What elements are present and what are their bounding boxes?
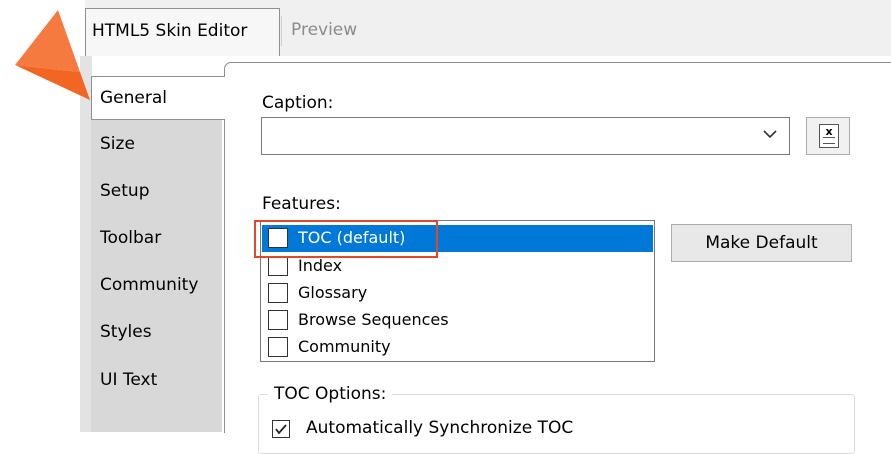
- make-default-button[interactable]: Make Default: [671, 224, 852, 262]
- excel-document-icon: x: [819, 124, 839, 148]
- feature-label-glossary: Glossary: [298, 283, 368, 302]
- features-label: Features:: [262, 194, 341, 214]
- auto-sync-toc-checkbox[interactable]: [272, 420, 290, 438]
- feature-checkbox-index[interactable]: [268, 256, 288, 276]
- nav-item-general[interactable]: General: [91, 76, 225, 120]
- feature-label-community: Community: [298, 337, 391, 356]
- tab-preview[interactable]: Preview: [291, 8, 357, 56]
- chevron-down-icon[interactable]: [763, 124, 777, 144]
- tab-divider: [281, 16, 282, 46]
- feature-checkbox-browse-sequences[interactable]: [268, 310, 288, 330]
- feature-item-browse-sequences[interactable]: Browse Sequences: [262, 307, 653, 334]
- checkmark-icon: [275, 424, 287, 435]
- feature-item-community[interactable]: Community: [262, 334, 653, 361]
- nav-item-community[interactable]: Community: [100, 275, 198, 295]
- auto-sync-toc-label: Automatically Synchronize TOC: [306, 418, 574, 438]
- nav-item-ui-text[interactable]: UI Text: [100, 370, 157, 390]
- tab-html5-skin-editor[interactable]: HTML5 Skin Editor: [85, 8, 280, 56]
- feature-label-index: Index: [298, 256, 343, 275]
- callout-highlight-box: [254, 220, 438, 258]
- feature-checkbox-community[interactable]: [268, 337, 288, 357]
- nav-item-size[interactable]: Size: [100, 134, 135, 154]
- nav-item-setup[interactable]: Setup: [100, 181, 149, 201]
- toc-options-title: TOC Options:: [268, 384, 393, 404]
- nav-item-styles[interactable]: Styles: [100, 322, 152, 342]
- feature-checkbox-glossary[interactable]: [268, 283, 288, 303]
- caption-variable-button[interactable]: x: [806, 117, 850, 155]
- skin-section-nav: Size Setup Toolbar Community Styles UI T…: [91, 76, 222, 432]
- nav-item-toolbar[interactable]: Toolbar: [100, 228, 161, 248]
- feature-label-browse-sequences: Browse Sequences: [298, 310, 449, 329]
- caption-combobox[interactable]: [261, 117, 790, 155]
- feature-item-glossary[interactable]: Glossary: [262, 280, 653, 307]
- caption-label: Caption:: [262, 93, 334, 113]
